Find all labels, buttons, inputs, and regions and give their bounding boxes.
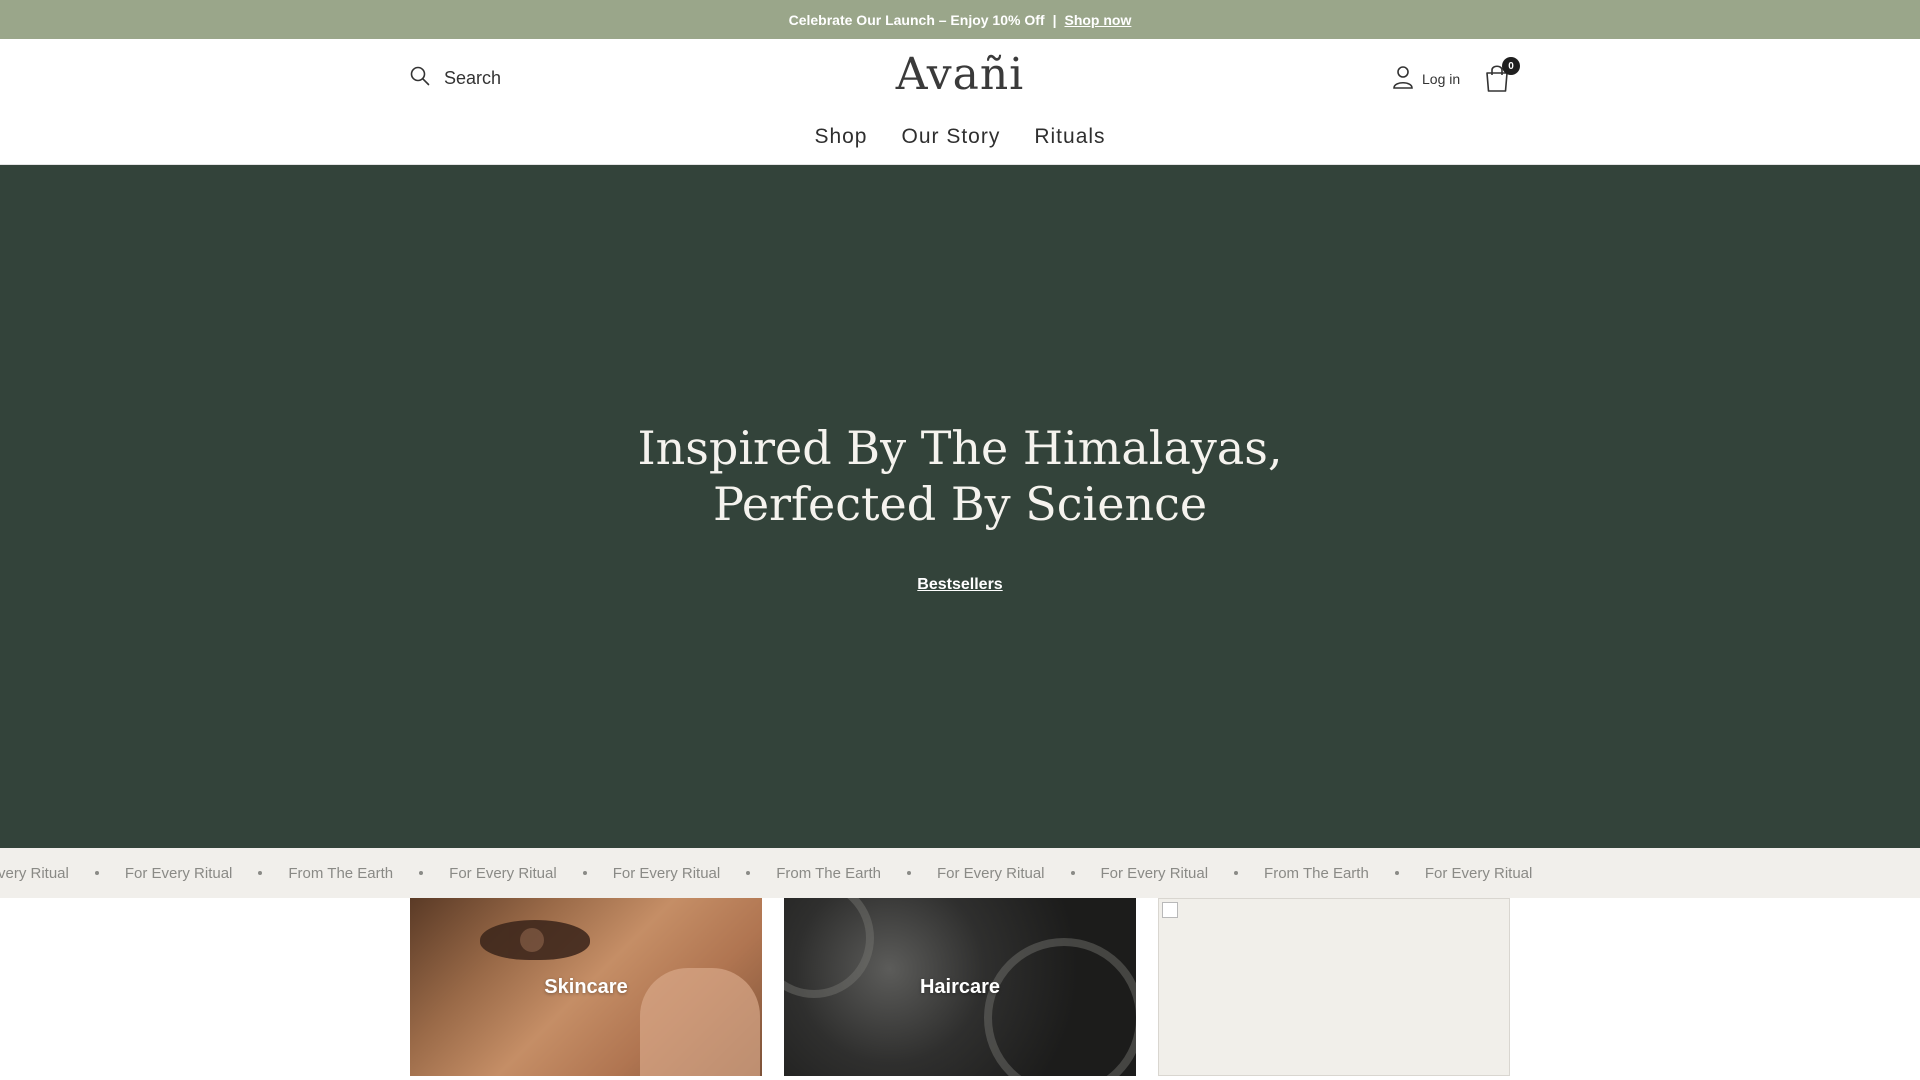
marquee-item: For Every Ritual <box>124 864 233 882</box>
marquee-dot <box>582 871 587 875</box>
marquee-dot <box>419 871 424 875</box>
marquee-track: Every Ritual For Every Ritual From The Ear… <box>0 865 1532 882</box>
cart-count-badge: 0 <box>1502 57 1520 75</box>
category-card-placeholder[interactable] <box>1158 898 1510 1076</box>
marquee-item: For Every Ritual <box>936 864 1045 882</box>
marquee-dot <box>906 871 911 875</box>
announcement-bar: Celebrate Our Launch – Enjoy 10% Off | S… <box>0 0 1920 39</box>
marquee-item: From The Earth <box>776 864 881 882</box>
marquee-item: For Every Ritual <box>1100 864 1209 882</box>
nav-item-shop[interactable]: Shop <box>814 125 867 149</box>
main-nav: Shop Our Story Rituals <box>0 125 1920 149</box>
hero-banner: Inspired By The Himalayas, Perfected By … <box>0 165 1920 848</box>
announcement-text: Celebrate Our Launch – Enjoy 10% Off <box>788 11 1045 28</box>
category-cards: Skincare Haircare <box>410 898 1510 1076</box>
broken-image-icon <box>1162 902 1178 918</box>
marquee-item: Every Ritual <box>0 864 69 882</box>
cart-button[interactable]: 0 <box>1484 57 1520 93</box>
category-card-skincare[interactable]: Skincare <box>410 898 762 1076</box>
category-label-haircare: Haircare <box>919 975 1001 998</box>
shopping-bag-icon <box>1484 65 1510 97</box>
hero-title: Inspired By The Himalayas, Perfected By … <box>637 420 1282 532</box>
marquee-dot <box>258 871 263 875</box>
marquee-item: For Every Ritual <box>612 864 721 882</box>
marquee-item: For Every Ritual <box>1424 864 1533 882</box>
category-label-skincare: Skincare <box>544 975 628 998</box>
marquee-strip: Every Ritual For Every Ritual From The Ear… <box>0 848 1920 898</box>
marquee-item: From The Earth <box>288 864 394 882</box>
login-button[interactable]: Log in <box>1392 65 1460 92</box>
hero-title-line-2: Perfected By Science <box>712 476 1208 531</box>
marquee-dot <box>1234 871 1239 875</box>
logo[interactable]: Avañi <box>0 49 1920 100</box>
category-card-haircare[interactable]: Haircare <box>784 898 1136 1076</box>
marquee-dot <box>94 871 99 875</box>
hero-title-line-1: Inspired By The Himalayas, <box>637 420 1283 475</box>
bestsellers-link[interactable]: Bestsellers <box>917 576 1002 594</box>
nav-item-our-story[interactable]: Our Story <box>901 125 1000 149</box>
marquee-item: For Every Ritual <box>449 864 557 882</box>
marquee-item: From The Earth <box>1264 864 1369 882</box>
user-icon <box>1392 65 1414 92</box>
site-header: Search Avañi Log in 0 Shop Our Story Rit… <box>0 39 1920 165</box>
announcement-separator: | <box>1052 11 1057 28</box>
nav-item-rituals[interactable]: Rituals <box>1034 125 1105 149</box>
marquee-dot <box>1070 871 1075 875</box>
marquee-dot <box>1394 871 1399 875</box>
marquee-dot <box>746 871 751 875</box>
shop-now-link[interactable]: Shop now <box>1064 12 1131 28</box>
login-label: Log in <box>1422 70 1461 87</box>
